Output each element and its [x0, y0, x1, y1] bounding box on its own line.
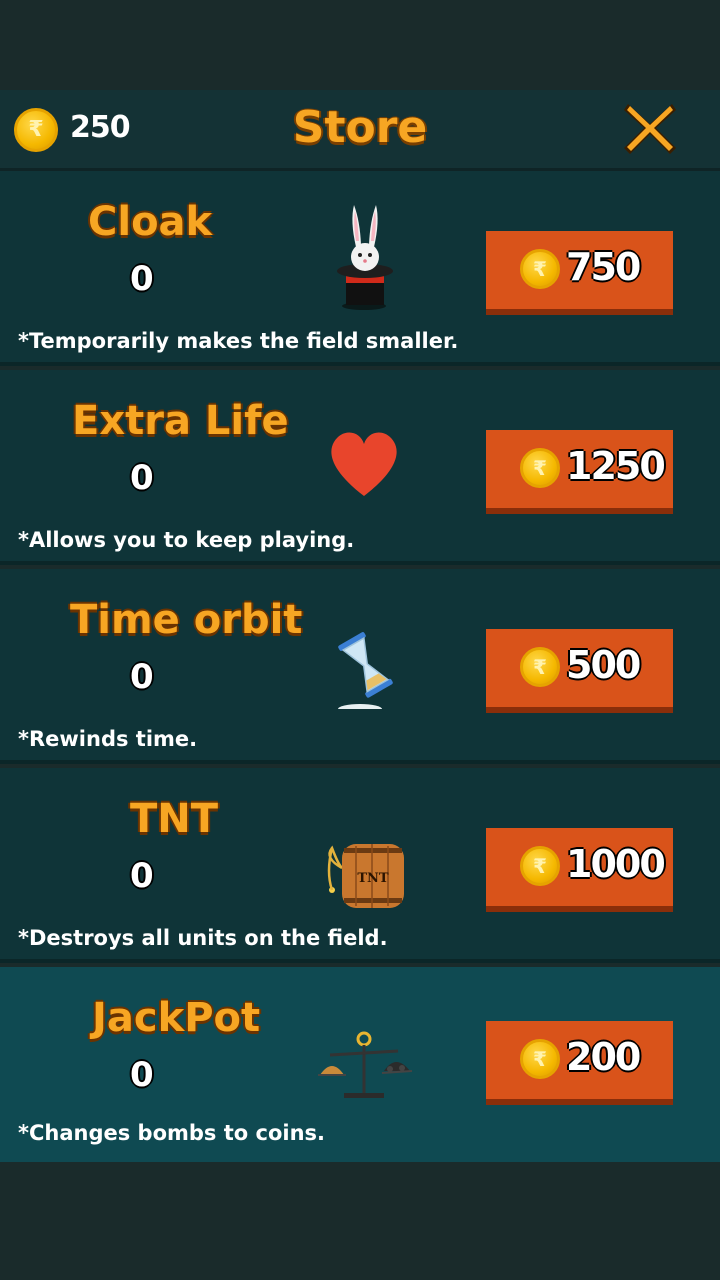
item-count: 0	[130, 657, 154, 697]
item-description: *Rewinds time.	[18, 727, 198, 751]
item-price: 1000	[566, 842, 666, 886]
heart-icon	[320, 400, 420, 510]
tnt-barrel-icon: TNT	[320, 798, 420, 908]
store-item-extra-life: Extra Life 0 ₹ 1250 *Allows you to keep …	[0, 370, 720, 565]
buy-button-extra-life[interactable]: ₹ 1250	[486, 430, 673, 508]
item-count: 0	[130, 458, 154, 498]
store-header: ₹ 250 Store	[0, 90, 720, 171]
close-button[interactable]	[620, 98, 680, 158]
item-price: 500	[566, 643, 641, 687]
store-item-tnt: TNT 0 TNT ₹ 1000 *Destroys all units on …	[0, 768, 720, 963]
buy-button-tnt[interactable]: ₹ 1000	[486, 828, 673, 906]
item-price: 750	[566, 245, 641, 289]
item-name: JackPot	[92, 995, 261, 1041]
item-name: Time orbit	[70, 597, 303, 643]
page-title: Store	[292, 102, 428, 153]
store-item-time-orbit: Time orbit 0 ₹ 500 *Rewinds time.	[0, 569, 720, 764]
close-icon[interactable]	[620, 98, 680, 158]
item-count: 0	[130, 259, 154, 299]
svg-text:TNT: TNT	[357, 871, 389, 886]
buy-button-cloak[interactable]: ₹ 750	[486, 231, 673, 309]
coin-icon: ₹	[520, 448, 560, 488]
buy-button-time-orbit[interactable]: ₹ 500	[486, 629, 673, 707]
coin-icon: ₹	[520, 647, 560, 687]
rabbit-hat-icon	[320, 201, 420, 311]
item-description: *Destroys all units on the field.	[18, 926, 388, 950]
item-name: TNT	[130, 796, 219, 842]
hourglass-icon	[320, 599, 420, 714]
balance-scale-icon	[314, 997, 414, 1107]
item-description: *Allows you to keep playing.	[18, 528, 355, 552]
item-count: 0	[130, 1055, 154, 1095]
coin-icon: ₹	[520, 1039, 560, 1079]
coin-icon: ₹	[520, 249, 560, 289]
item-description: *Changes bombs to coins.	[18, 1121, 326, 1145]
item-count: 0	[130, 856, 154, 896]
store-item-jackpot: JackPot 0 ₹ 200 *Changes bombs to coins.	[0, 967, 720, 1162]
item-name: Extra Life	[72, 398, 289, 444]
buy-button-jackpot[interactable]: ₹ 200	[486, 1021, 673, 1099]
item-price: 1250	[566, 444, 666, 488]
item-name: Cloak	[88, 199, 213, 245]
item-price: 200	[566, 1035, 641, 1079]
item-description: *Temporarily makes the field smaller.	[18, 329, 459, 353]
store-item-cloak: Cloak 0 ₹ 750 *Temporarily makes the fie…	[0, 171, 720, 366]
coin-icon: ₹	[520, 846, 560, 886]
